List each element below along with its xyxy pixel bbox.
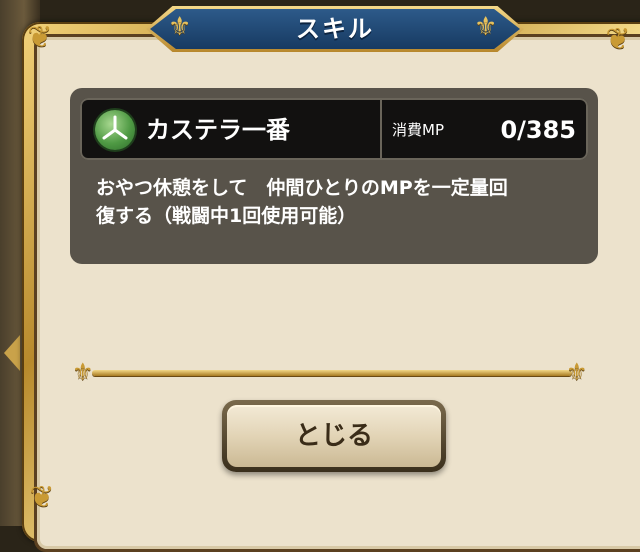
corner-ornament-icon: ❦ — [27, 20, 53, 55]
close-button[interactable]: とじる — [222, 400, 446, 472]
corner-ornament-icon: ❦ — [605, 22, 631, 57]
corner-ornament-icon: ❦ — [29, 480, 55, 515]
skill-description: おやつ休憩をして 仲間ひとりのMPを一定量回 復する（戦闘中1回使用可能） — [96, 177, 508, 227]
mp-cost-label: 消費MP — [392, 121, 444, 139]
fleur-de-lis-icon: ⚜ — [72, 358, 94, 386]
close-button-label: とじる — [294, 421, 373, 451]
decorative-rod — [92, 370, 572, 376]
skill-name: カステラ一番 — [146, 116, 290, 144]
header-divider — [380, 98, 382, 160]
left-arrow-icon — [4, 335, 20, 371]
dialog-title: スキル — [296, 15, 374, 43]
mp-cost-value: 0/385 — [500, 116, 576, 144]
tri-spoke-orb-icon — [95, 110, 135, 150]
fleur-de-lis-icon: ⚜ — [566, 358, 588, 386]
